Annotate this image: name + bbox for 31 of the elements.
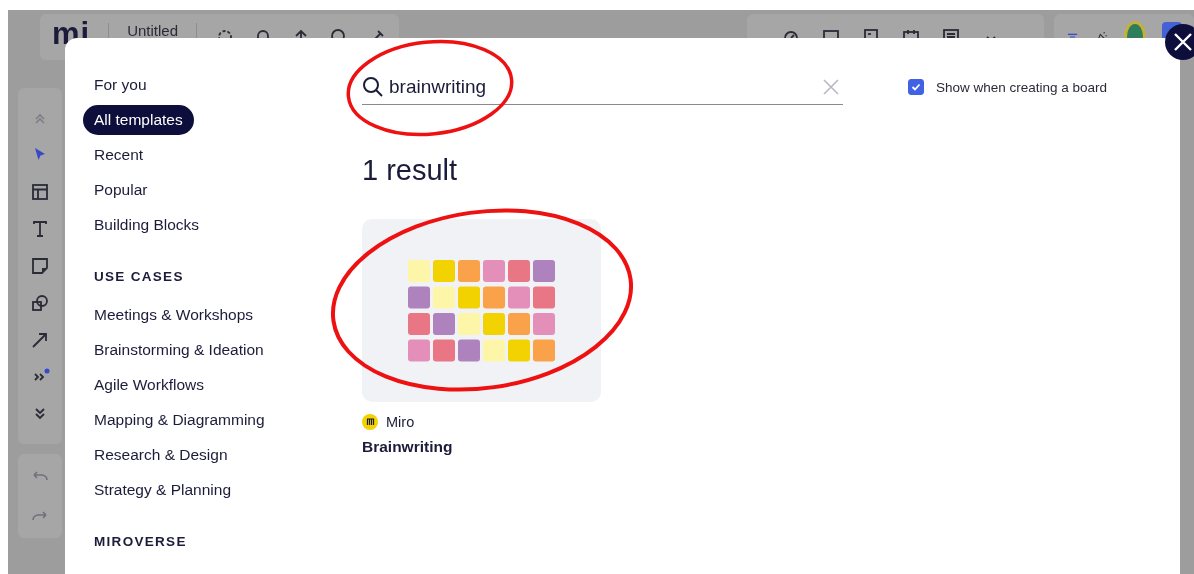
nav-item[interactable]: For you xyxy=(83,70,158,100)
template-author: Miro xyxy=(386,414,415,430)
text-tool-icon[interactable] xyxy=(30,219,50,239)
search-field[interactable]: brainwriting xyxy=(389,75,818,98)
close-button[interactable] xyxy=(1165,24,1194,60)
checkbox[interactable] xyxy=(908,79,924,95)
author-icon xyxy=(362,414,378,430)
section-heading: MIROVERSE xyxy=(93,533,188,551)
nav-item[interactable]: Meetings & Workshops xyxy=(83,300,265,330)
nav-item[interactable]: Research & Design xyxy=(83,440,239,470)
result-count: 1 result xyxy=(362,153,458,188)
search-icon xyxy=(362,75,384,98)
nav-item[interactable]: Building Blocks xyxy=(83,210,211,240)
nav-item[interactable]: Mapping & Diagramming xyxy=(83,405,276,435)
checkmark-icon xyxy=(911,82,921,92)
nav-item[interactable]: Recent xyxy=(83,140,155,170)
layout-icon[interactable] xyxy=(30,182,50,202)
arrow-icon[interactable] xyxy=(30,330,50,350)
shapes-icon[interactable] xyxy=(30,293,50,313)
template-thumbnail[interactable] xyxy=(362,219,601,402)
close-icon xyxy=(1173,32,1193,52)
sticky-note-icon[interactable] xyxy=(30,256,50,276)
nav-item[interactable]: Strategy & Planning xyxy=(83,475,242,505)
board-title[interactable]: Untitled xyxy=(127,21,179,39)
nav-item[interactable]: Agile Workflows xyxy=(83,370,215,400)
nav-item[interactable]: All templates xyxy=(83,105,194,135)
nav-item[interactable]: Brainstorming & Ideation xyxy=(83,335,275,365)
checkbox-label: Show when creating a board xyxy=(936,79,1108,95)
template-title[interactable]: Brainwriting xyxy=(362,437,453,457)
nav-item[interactable]: Popular xyxy=(83,175,159,205)
section-heading: USE CASES xyxy=(93,268,185,286)
